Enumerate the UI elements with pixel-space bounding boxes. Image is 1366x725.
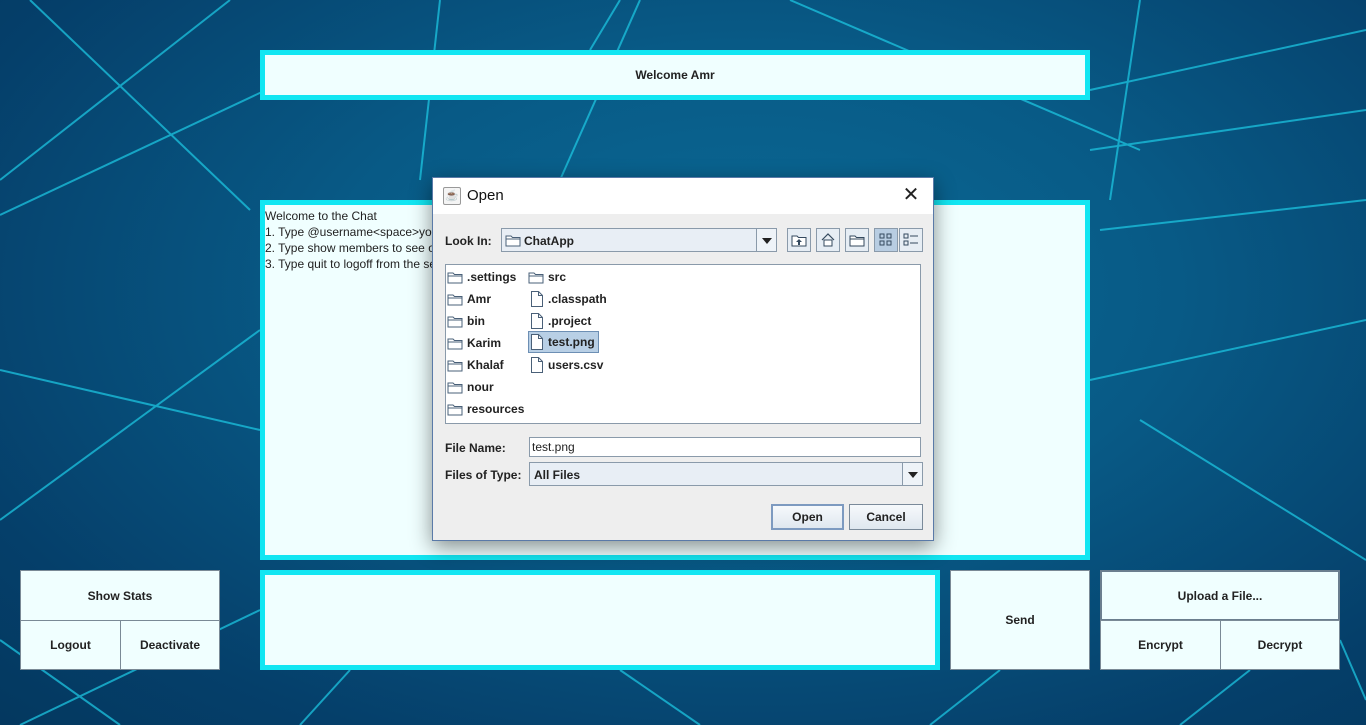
list-item-file[interactable]: .project: [530, 311, 591, 331]
folder-icon: [447, 316, 463, 327]
file-icon: [531, 291, 543, 307]
details-view-icon: [903, 233, 918, 246]
files-of-type-combo[interactable]: All Files: [529, 462, 923, 486]
folder-icon: [447, 382, 463, 393]
logout-button[interactable]: Logout: [20, 620, 121, 670]
look-in-label: Look In:: [445, 234, 492, 248]
upload-file-button[interactable]: Upload a File...: [1100, 570, 1340, 621]
cancel-button[interactable]: Cancel: [849, 504, 923, 530]
deactivate-label: Deactivate: [139, 638, 201, 652]
item-label: .project: [548, 314, 592, 328]
dialog-title: Open: [467, 187, 504, 204]
new-folder-icon: [849, 235, 865, 247]
item-label: users.csv: [548, 358, 604, 372]
list-item-file[interactable]: .classpath: [530, 289, 607, 309]
file-icon: [531, 357, 543, 373]
list-item-folder[interactable]: Karim: [447, 333, 501, 353]
item-label: .classpath: [548, 292, 607, 306]
list-item-folder[interactable]: src: [528, 267, 566, 287]
open-button-label: Open: [792, 510, 823, 524]
folder-icon: [447, 338, 463, 349]
message-input[interactable]: [260, 570, 940, 670]
folder-icon: [447, 404, 463, 415]
up-one-level-button[interactable]: [787, 228, 811, 252]
item-label: bin: [467, 314, 485, 328]
list-item-folder[interactable]: resources: [447, 399, 524, 419]
up-folder-icon: [791, 235, 807, 247]
details-view-button[interactable]: [899, 228, 923, 252]
files-of-type-label: Files of Type:: [445, 468, 522, 482]
open-button[interactable]: Open: [771, 504, 844, 530]
list-item-folder[interactable]: .settings: [447, 267, 516, 287]
list-view-icon: [879, 233, 892, 246]
welcome-bar: Welcome Amr: [260, 50, 1090, 100]
list-item-folder[interactable]: Khalaf: [447, 355, 504, 375]
file-name-input[interactable]: [529, 437, 921, 457]
deactivate-button[interactable]: Deactivate: [120, 620, 220, 670]
list-view-button[interactable]: [874, 228, 898, 252]
java-icon: ☕: [443, 187, 461, 205]
show-stats-button[interactable]: Show Stats: [20, 570, 220, 621]
item-label: nour: [467, 380, 494, 394]
file-icon: [531, 313, 543, 329]
open-file-dialog: ☕ Open ✕ Look In: ChatApp .settings Amr …: [432, 177, 934, 541]
decrypt-button[interactable]: Decrypt: [1220, 620, 1340, 670]
dialog-titlebar[interactable]: ☕ Open ✕: [433, 178, 933, 214]
welcome-text: Welcome Amr: [635, 68, 715, 82]
list-item-folder[interactable]: nour: [447, 377, 494, 397]
new-folder-button[interactable]: [845, 228, 869, 252]
item-label: src: [548, 270, 567, 284]
item-label: Karim: [467, 336, 502, 350]
logout-label: Logout: [50, 638, 91, 652]
decrypt-label: Decrypt: [1257, 638, 1303, 652]
list-item-file[interactable]: users.csv: [530, 355, 603, 375]
look-in-combo[interactable]: ChatApp: [501, 228, 777, 252]
item-label: test.png: [548, 335, 595, 349]
folder-icon: [528, 272, 544, 283]
list-item-file-selected[interactable]: test.png: [528, 331, 599, 353]
item-label: resources: [467, 402, 525, 416]
item-label: Khalaf: [467, 358, 504, 372]
encrypt-button[interactable]: Encrypt: [1100, 620, 1221, 670]
close-icon[interactable]: ✕: [901, 184, 921, 206]
chevron-down-icon[interactable]: [756, 229, 776, 251]
send-label: Send: [1005, 613, 1035, 627]
item-label: Amr: [467, 292, 492, 306]
show-stats-label: Show Stats: [87, 588, 153, 603]
home-icon: [821, 233, 835, 247]
file-list[interactable]: .settings Amr bin Karim Khalaf nour reso…: [445, 264, 921, 424]
encrypt-label: Encrypt: [1138, 638, 1183, 652]
upload-label: Upload a File...: [1177, 588, 1263, 603]
files-of-type-value: All Files: [534, 468, 581, 482]
item-label: .settings: [467, 270, 517, 284]
send-button[interactable]: Send: [950, 570, 1090, 670]
folder-icon: [447, 360, 463, 371]
home-button[interactable]: [816, 228, 840, 252]
chevron-down-icon[interactable]: [902, 463, 922, 485]
folder-icon: [447, 272, 463, 283]
file-name-label: File Name:: [445, 441, 506, 455]
folder-icon: [447, 294, 463, 305]
folder-icon: [505, 235, 521, 247]
file-icon: [531, 334, 543, 350]
list-item-folder[interactable]: Amr: [447, 289, 491, 309]
look-in-value: ChatApp: [524, 234, 574, 248]
list-item-folder[interactable]: bin: [447, 311, 485, 331]
cancel-button-label: Cancel: [866, 510, 906, 524]
